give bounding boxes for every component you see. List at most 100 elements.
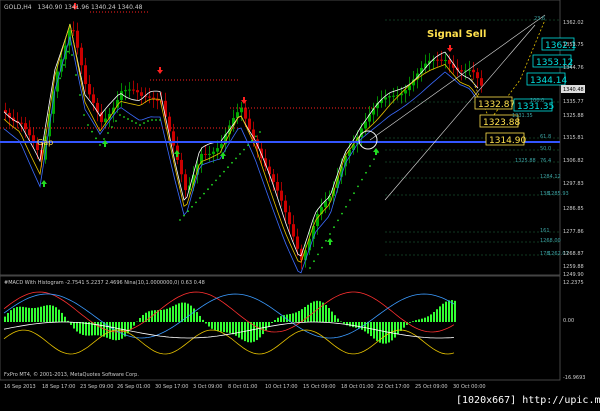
time-axis-label: 10 Oct 17:00 xyxy=(265,384,298,390)
macd-histogram-bar xyxy=(373,322,375,339)
macd-histogram-bar xyxy=(259,322,261,338)
time-axis-label: 15 Oct 09:00 xyxy=(303,384,336,390)
psar-dot xyxy=(203,192,205,195)
candle-body xyxy=(184,174,187,191)
trading-chart-window[interactable]: GOLD,H4 1340.90 1341.96 1340.24 1340.48 … xyxy=(0,0,600,411)
psar-dot xyxy=(123,116,125,118)
macd-histogram-bar xyxy=(25,307,27,322)
candle-body xyxy=(384,97,387,100)
macd-histogram-bar xyxy=(247,322,249,343)
psar-dot xyxy=(235,157,237,160)
macd-histogram-bar xyxy=(130,322,132,330)
psar-dot xyxy=(111,126,113,128)
macd-histogram-bar xyxy=(328,308,330,322)
candle-body xyxy=(20,122,23,124)
macd-histogram-bar xyxy=(301,309,303,322)
macd-histogram-bar xyxy=(319,301,321,322)
candle-body xyxy=(364,121,367,129)
macd-histogram-bar xyxy=(13,308,15,322)
macd-histogram-bar xyxy=(52,305,54,322)
macd-histogram-bar xyxy=(22,306,24,322)
psar-dot xyxy=(151,119,153,121)
candle-body xyxy=(32,135,35,142)
fib-level-value: 1331.35 xyxy=(512,113,533,119)
macd-histogram-bar xyxy=(274,320,276,322)
macd-histogram-bar xyxy=(385,322,387,344)
copyright-text: FxPro MT4, © 2001-2013, MetaQuotes Softw… xyxy=(4,371,139,378)
macd-histogram-bar xyxy=(193,308,195,322)
price-axis-label: 1344.76 xyxy=(563,65,584,71)
macd-histogram-bar xyxy=(454,300,456,322)
psar-dot xyxy=(95,137,97,140)
macd-histogram-bar xyxy=(295,312,297,322)
macd-histogram-bar xyxy=(349,322,351,327)
macd-histogram-bar xyxy=(268,322,270,327)
price-axis-label: 1335.77 xyxy=(563,99,584,105)
psar-dot xyxy=(207,188,209,191)
candle-body xyxy=(128,89,131,91)
macd-histogram-bar xyxy=(7,313,9,322)
psar-dot xyxy=(369,165,371,167)
macd-histogram-bar xyxy=(331,311,333,322)
macd-histogram-bar xyxy=(334,315,336,322)
candle-body xyxy=(472,69,475,73)
macd-histogram-bar xyxy=(298,311,300,322)
price-box: 1314.90 xyxy=(485,132,526,146)
macd-axis-label: 12.2375 xyxy=(563,280,584,286)
candle-body xyxy=(92,94,95,103)
price-box: 1344.14 xyxy=(526,72,567,86)
time-axis-label: 18 Sep 17:00 xyxy=(42,384,75,390)
macd-histogram-bar xyxy=(34,307,36,322)
main-chart-frame xyxy=(0,0,561,276)
macd-histogram-bar xyxy=(340,321,342,322)
macd-histogram-bar xyxy=(376,322,378,341)
psar-dot xyxy=(155,119,157,121)
psar-dot xyxy=(147,120,149,122)
psar-dot xyxy=(321,246,323,249)
macd-histogram-bar xyxy=(49,305,51,322)
macd-histogram-bar xyxy=(310,302,312,322)
psar-dot xyxy=(143,122,145,124)
macd-histogram-bar xyxy=(100,322,102,336)
candle-body xyxy=(172,131,175,146)
candle-body xyxy=(136,90,139,93)
macd-histogram-bar xyxy=(16,307,18,322)
macd-histogram-bar xyxy=(442,303,444,322)
macd-histogram-bar xyxy=(433,311,435,322)
psar-dot xyxy=(219,175,221,177)
macd-histogram-bar xyxy=(355,322,357,328)
time-axis-label: 16 Sep 2013 xyxy=(4,384,36,390)
psar-dot xyxy=(183,214,185,217)
macd-histogram-bar xyxy=(79,322,81,334)
time-axis: 16 Sep 2013 18 Sep 17:00 23 Sep 09:00 26… xyxy=(4,384,486,390)
psar-dot xyxy=(135,122,137,124)
psar-dot xyxy=(103,138,105,140)
price-axis-label: 1286.85 xyxy=(563,206,584,212)
macd-histogram-bar xyxy=(403,322,405,328)
candle-body xyxy=(440,59,443,61)
price-box-text: 1314.90 xyxy=(489,136,526,146)
candle-body xyxy=(276,182,279,191)
candle-body xyxy=(180,159,183,175)
macd-histogram-bar xyxy=(61,312,63,322)
macd-histogram-bar xyxy=(118,322,120,340)
time-axis-label: 23 Sep 09:00 xyxy=(80,384,113,390)
candle-body xyxy=(208,153,211,155)
candle-body xyxy=(28,129,31,136)
candle-body xyxy=(444,60,447,62)
fib-level-label: 161 xyxy=(540,228,550,234)
psar-dot xyxy=(139,124,141,126)
psar-dot xyxy=(131,120,133,122)
macd-axis-label: -16.9693 xyxy=(563,375,585,381)
macd-histogram-bar xyxy=(28,307,30,322)
macd-histogram-bar xyxy=(37,307,39,322)
macd-axis-label: 0.00 xyxy=(563,318,574,324)
candle-body xyxy=(124,90,127,92)
macd-histogram-bar xyxy=(160,310,162,322)
time-axis-label: 25 Oct 09:00 xyxy=(415,384,448,390)
macd-histogram-bar xyxy=(46,305,48,322)
fib-level-label: 61.8 xyxy=(540,134,551,140)
macd-histogram-bar xyxy=(427,316,429,322)
psar-dot xyxy=(195,201,197,204)
candle-body xyxy=(448,60,451,64)
